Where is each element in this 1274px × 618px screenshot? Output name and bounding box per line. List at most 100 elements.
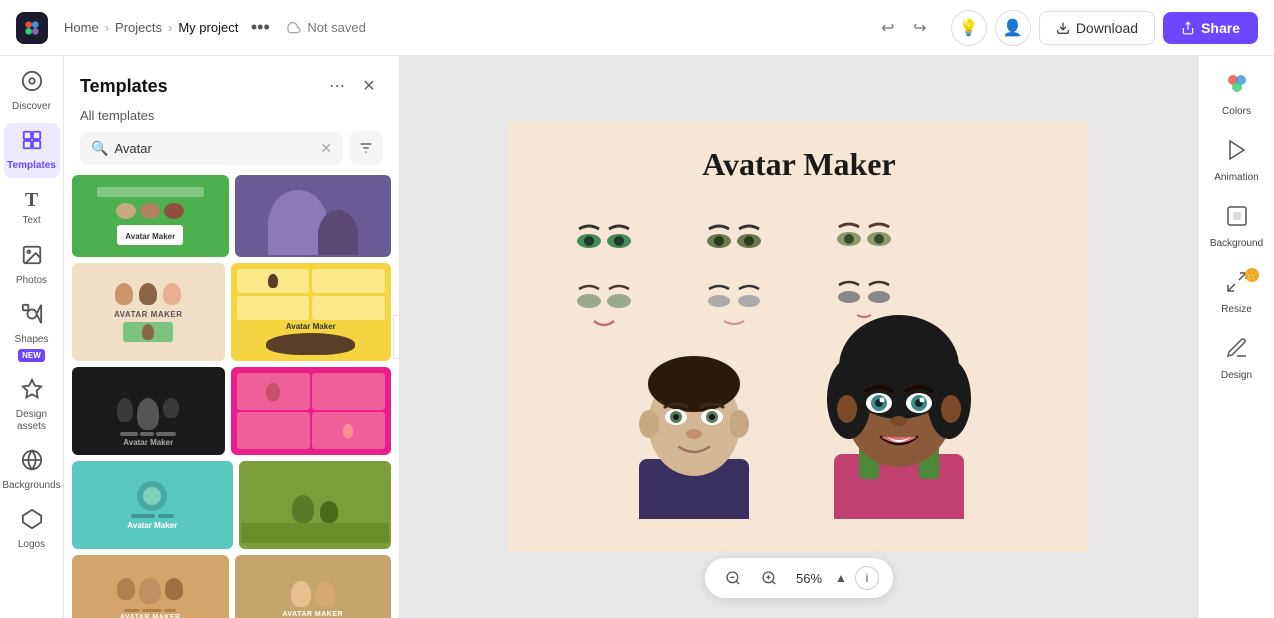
left-sidebar: Discover Templates T Text Photos Shapes … — [0, 56, 64, 618]
sidebar-item-text[interactable]: T Text — [4, 182, 60, 234]
zoom-out-button[interactable] — [719, 564, 747, 592]
sidebar-item-logos-label: Logos — [18, 539, 45, 551]
app-logo[interactable] — [16, 12, 48, 44]
redo-button[interactable]: ↪ — [905, 13, 935, 43]
right-item-design-label: Design — [1221, 370, 1252, 382]
right-item-design[interactable]: Design — [1205, 328, 1269, 390]
topbar-actions: 💡 👤 Download Share — [951, 10, 1258, 46]
panel-expand-arrow[interactable]: › — [393, 315, 400, 359]
breadcrumb-sep1: › — [105, 20, 109, 35]
all-templates-label: All templates — [64, 108, 399, 131]
template-grid-row: Avatar Maker — [72, 461, 391, 549]
sidebar-item-backgrounds[interactable]: Backgrounds — [4, 443, 60, 498]
idea-button[interactable]: 💡 — [951, 10, 987, 46]
shapes-new-badge: NEW — [18, 349, 45, 362]
photos-icon — [21, 244, 43, 272]
search-input[interactable] — [114, 141, 314, 156]
profile-button[interactable]: 👤 — [995, 10, 1031, 46]
breadcrumb-home[interactable]: Home — [64, 20, 99, 35]
right-item-colors-label: Colors — [1222, 106, 1251, 118]
canvas-avatar-svg — [519, 199, 1079, 519]
template-card[interactable]: AVATAR MAKER — [72, 263, 225, 361]
right-item-animation[interactable]: Animation — [1205, 130, 1269, 192]
templates-panel: Templates ⋯ ✕ All templates 🔍 ✕ — [64, 56, 400, 618]
sidebar-item-templates-label: Templates — [7, 160, 56, 172]
template-card[interactable] — [239, 461, 392, 549]
panel-more-button[interactable]: ⋯ — [323, 72, 351, 100]
search-box: 🔍 ✕ — [80, 132, 343, 165]
download-button[interactable]: Download — [1039, 11, 1155, 45]
shapes-icon — [21, 303, 43, 331]
canvas-background[interactable]: Avatar Maker — [509, 122, 1089, 552]
right-sidebar: Colors Animation Background 👑 Resize — [1198, 56, 1274, 618]
colors-icon — [1225, 72, 1249, 102]
main-layout: Discover Templates T Text Photos Shapes … — [0, 56, 1274, 618]
more-options-button[interactable]: ••• — [246, 14, 274, 42]
right-item-resize[interactable]: 👑 Resize — [1205, 262, 1269, 324]
design-icon — [1225, 336, 1249, 366]
template-card[interactable]: AVATAR MAKER — [235, 555, 392, 618]
share-button[interactable]: Share — [1163, 12, 1258, 44]
discover-icon — [21, 70, 43, 98]
breadcrumb-projects[interactable]: Projects — [115, 20, 162, 35]
breadcrumb: Home › Projects › My project — [64, 20, 238, 35]
template-card[interactable]: Avatar Maker — [72, 175, 229, 257]
crown-badge: 👑 — [1245, 268, 1259, 282]
breadcrumb-sep2: › — [168, 20, 172, 35]
logos-icon — [21, 508, 43, 536]
template-card[interactable] — [231, 367, 392, 455]
undo-redo-group: ↩ ↪ — [873, 13, 935, 43]
sidebar-item-text-label: Text — [22, 215, 40, 227]
panel-title: Templates — [80, 76, 168, 97]
sidebar-item-photos[interactable]: Photos — [4, 238, 60, 293]
panel-header-icons: ⋯ ✕ — [323, 72, 383, 100]
sidebar-item-shapes[interactable]: Shapes NEW — [4, 297, 60, 368]
sidebar-item-design-assets-label: Design assets — [8, 409, 56, 433]
undo-button[interactable]: ↩ — [873, 13, 903, 43]
template-card[interactable]: AVATAR MAKER — [72, 555, 229, 618]
text-icon: T — [25, 189, 38, 212]
zoom-in-button[interactable] — [755, 564, 783, 592]
template-grid: Avatar Maker AVATAR MAKER — [64, 175, 399, 618]
sidebar-item-templates[interactable]: Templates — [4, 123, 60, 178]
template-card[interactable]: Avatar Maker — [72, 461, 233, 549]
right-item-colors[interactable]: Colors — [1205, 64, 1269, 126]
filter-button[interactable] — [349, 131, 383, 165]
design-assets-icon — [21, 378, 43, 406]
right-item-resize-label: Resize — [1221, 304, 1252, 316]
template-grid-row: AVATAR MAKER Avatar Maker — [72, 263, 391, 361]
right-item-background[interactable]: Background — [1205, 196, 1269, 258]
canvas-content: Avatar Maker — [509, 122, 1089, 552]
template-grid-row: Avatar Maker — [72, 367, 391, 455]
search-row: 🔍 ✕ — [64, 131, 399, 175]
template-card[interactable] — [235, 175, 392, 257]
template-grid-row: AVATAR MAKER AVATAR MAKER — [72, 555, 391, 618]
sidebar-item-backgrounds-label: Backgrounds — [2, 480, 60, 492]
canvas-title: Avatar Maker — [702, 146, 895, 183]
right-item-background-label: Background — [1210, 238, 1263, 250]
template-card[interactable]: Avatar Maker — [72, 367, 225, 455]
template-card[interactable]: Avatar Maker — [231, 263, 392, 361]
search-icon: 🔍 — [91, 140, 108, 157]
canvas-area: Avatar Maker — [400, 56, 1198, 618]
zoom-level: 56% — [791, 571, 827, 586]
sidebar-item-photos-label: Photos — [16, 275, 47, 287]
panel-close-button[interactable]: ✕ — [355, 72, 383, 100]
sidebar-item-discover-label: Discover — [12, 101, 51, 113]
sidebar-item-discover[interactable]: Discover — [4, 64, 60, 119]
zoom-bar: 56% ▲ i — [705, 558, 893, 598]
panel-header: Templates ⋯ ✕ — [64, 56, 399, 108]
canvas-wrapper: Avatar Maker — [509, 122, 1089, 552]
sidebar-item-shapes-label: Shapes — [15, 334, 49, 346]
sidebar-item-design-assets[interactable]: Design assets — [4, 372, 60, 439]
templates-icon — [21, 129, 43, 157]
sidebar-item-logos[interactable]: Logos — [4, 502, 60, 557]
animation-icon — [1225, 138, 1249, 168]
background-icon — [1225, 204, 1249, 234]
clear-search-icon[interactable]: ✕ — [320, 140, 332, 157]
breadcrumb-current: My project — [178, 20, 238, 35]
zoom-info-button[interactable]: i — [855, 566, 879, 590]
backgrounds-icon — [21, 449, 43, 477]
zoom-chevron[interactable]: ▲ — [835, 571, 847, 585]
save-status: Not saved — [286, 20, 366, 36]
